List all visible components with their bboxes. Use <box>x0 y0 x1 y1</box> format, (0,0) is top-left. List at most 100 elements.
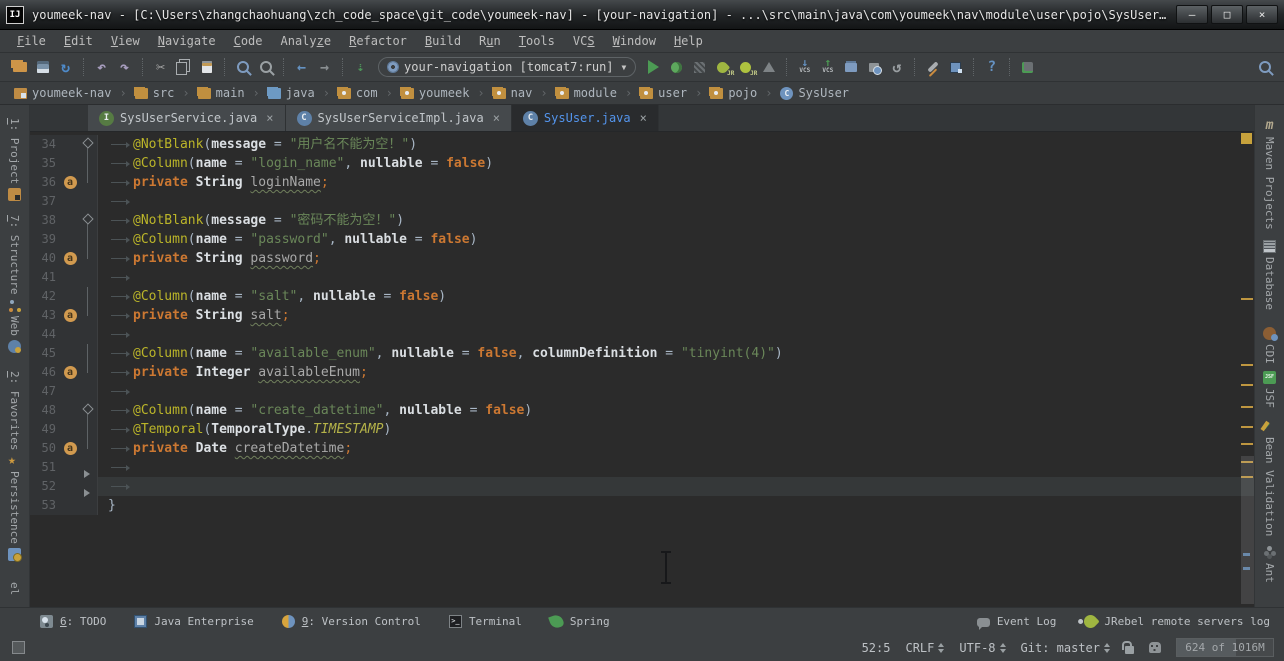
warning-stripe-mark[interactable] <box>1241 406 1253 408</box>
paste-icon[interactable] <box>195 56 218 78</box>
close-icon[interactable]: × <box>493 111 500 125</box>
fold-marker-icon[interactable] <box>80 344 96 363</box>
annotation-badge-icon[interactable]: a <box>64 366 77 379</box>
toolwindow-web[interactable]: Web <box>8 316 21 353</box>
toolwindow-2-favorites[interactable]: 2: Favorites <box>8 371 21 467</box>
menu-code[interactable]: Code <box>225 32 272 50</box>
settings-icon[interactable] <box>921 56 944 78</box>
warning-stripe-mark[interactable] <box>1241 443 1253 445</box>
copy-icon[interactable] <box>172 56 195 78</box>
forward-icon[interactable]: → <box>313 56 336 78</box>
menu-navigate[interactable]: Navigate <box>149 32 225 50</box>
jrebel-run-icon[interactable]: JR <box>711 56 734 78</box>
line-number[interactable]: 42 <box>30 287 60 306</box>
open-icon[interactable] <box>8 56 31 78</box>
toolwindow-cdi[interactable]: CDI <box>1263 327 1276 364</box>
cut-icon[interactable]: ✂ <box>149 56 172 78</box>
editor-tab-sysuserserviceimpl-java[interactable]: CSysUserServiceImpl.java× <box>286 105 512 131</box>
fold-marker-icon[interactable] <box>80 211 96 230</box>
line-number[interactable]: 36 <box>30 173 60 192</box>
line-number[interactable]: 39 <box>30 230 60 249</box>
readonly-lock-icon[interactable] <box>1125 646 1134 654</box>
annotation-badge-icon[interactable]: a <box>64 176 77 189</box>
toolwindow-1-project[interactable]: 1: Project <box>8 118 21 201</box>
breadcrumb-item-pojo[interactable]: pojo <box>708 86 759 100</box>
line-number[interactable]: 44 <box>30 325 60 344</box>
line-number[interactable]: 53 <box>30 496 60 515</box>
breadcrumb-item-module[interactable]: module <box>554 86 619 100</box>
inspection-status-icon[interactable] <box>1241 133 1252 144</box>
toolwindow-ant[interactable]: Ant <box>1263 546 1276 583</box>
menu-window[interactable]: Window <box>604 32 665 50</box>
git-branch-selector[interactable]: Git: master <box>1021 641 1110 655</box>
breadcrumb-item-sysuser[interactable]: CSysUser <box>778 86 851 100</box>
warning-stripe-mark[interactable] <box>1241 426 1253 428</box>
rollback-icon[interactable]: ↺ <box>885 56 908 78</box>
fold-marker-icon[interactable] <box>80 306 96 325</box>
warning-stripe-mark[interactable] <box>1241 298 1253 300</box>
minimize-button[interactable]: — <box>1176 5 1208 24</box>
help-icon[interactable]: ? <box>980 56 1003 78</box>
toolwindow-button-jrebel-remote-servers-log[interactable]: JRebel remote servers log <box>1084 615 1270 628</box>
toolwindow-button-9-version-control[interactable]: 9: Version Control <box>282 615 421 628</box>
fold-marker-icon[interactable] <box>80 230 96 249</box>
line-number[interactable]: 45 <box>30 344 60 363</box>
warning-stripe-mark[interactable] <box>1241 364 1253 366</box>
line-number[interactable]: 50 <box>30 439 60 458</box>
breadcrumb-item-main[interactable]: main <box>196 86 247 100</box>
caret-position[interactable]: 52:5 <box>862 641 891 655</box>
menu-tools[interactable]: Tools <box>510 32 564 50</box>
menu-run[interactable]: Run <box>470 32 510 50</box>
line-number[interactable]: 35 <box>30 154 60 173</box>
toolwindow-7-structure[interactable]: 7: Structure <box>8 215 21 311</box>
close-icon[interactable]: × <box>640 111 647 125</box>
annotation-badge-icon[interactable]: a <box>64 309 77 322</box>
local-history-icon[interactable] <box>862 56 885 78</box>
toolwindow-button-terminal[interactable]: >_Terminal <box>449 615 522 628</box>
vcs-commit-icon[interactable]: ↑VCS <box>816 56 839 78</box>
encoding-selector[interactable]: UTF-8 <box>959 641 1005 655</box>
hector-inspector-icon[interactable] <box>1149 642 1161 653</box>
redo-icon[interactable]: ↷ <box>113 56 136 78</box>
maximize-button[interactable]: □ <box>1211 5 1243 24</box>
toolwindow-persistence[interactable]: Persistence <box>8 471 21 561</box>
fold-marker-icon[interactable] <box>80 287 96 306</box>
line-number[interactable]: 46 <box>30 363 60 382</box>
line-number[interactable]: 34 <box>30 135 60 154</box>
menu-help[interactable]: Help <box>665 32 712 50</box>
show-line-numbers-icon[interactable]: ⇣ <box>349 56 372 78</box>
fold-marker-icon[interactable] <box>80 363 96 382</box>
toolwindow-el[interactable]: el <box>8 582 21 595</box>
menu-analyze[interactable]: Analyze <box>272 32 341 50</box>
scrollbar-thumb[interactable] <box>1241 456 1254 604</box>
editor-tab-sysuserservice-java[interactable]: ISysUserService.java× <box>88 105 286 131</box>
fold-marker-icon[interactable] <box>80 401 96 420</box>
line-number[interactable]: 52 <box>30 477 60 496</box>
fold-marker-icon[interactable] <box>80 249 96 268</box>
line-number[interactable]: 51 <box>30 458 60 477</box>
line-number[interactable]: 40 <box>30 249 60 268</box>
shelve-changes-icon[interactable] <box>839 56 862 78</box>
toolwindow-toggle-icon[interactable] <box>12 641 25 654</box>
error-stripe[interactable] <box>1240 132 1254 607</box>
fold-marker-icon[interactable] <box>80 477 96 496</box>
jrebel-debug-icon[interactable]: JR <box>734 56 757 78</box>
run-configuration-select[interactable]: your-navigation [tomcat7:run]▼ <box>378 57 636 77</box>
annotation-badge-icon[interactable]: a <box>64 442 77 455</box>
fold-marker-icon[interactable] <box>80 173 96 192</box>
menu-refactor[interactable]: Refactor <box>340 32 416 50</box>
breadcrumb-item-com[interactable]: com <box>336 86 380 100</box>
menu-build[interactable]: Build <box>416 32 470 50</box>
annotation-badge-icon[interactable]: a <box>64 252 77 265</box>
search-everywhere-icon[interactable] <box>1253 56 1276 78</box>
line-number[interactable]: 48 <box>30 401 60 420</box>
memory-indicator[interactable]: 624 of 1016M <box>1176 638 1274 657</box>
warning-stripe-mark[interactable] <box>1241 384 1253 386</box>
replace-icon[interactable] <box>254 56 277 78</box>
fold-marker-icon[interactable] <box>80 135 96 154</box>
toolwindow-button-event-log[interactable]: Event Log <box>977 615 1057 628</box>
menu-file[interactable]: File <box>8 32 55 50</box>
line-ending-selector[interactable]: CRLF <box>905 641 944 655</box>
line-number[interactable]: 47 <box>30 382 60 401</box>
close-icon[interactable]: × <box>266 111 273 125</box>
